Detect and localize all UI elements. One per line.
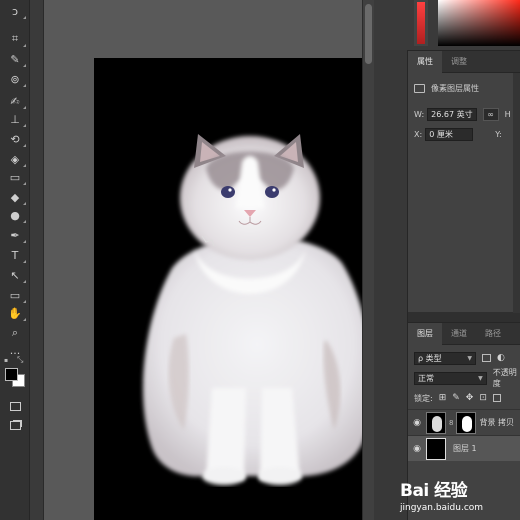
lock-label: 锁定: [414,393,433,403]
pen-tool-icon[interactable]: ✒ [4,226,26,244]
lock-artboard-icon[interactable]: ⊡ [479,393,487,403]
properties-tabs: 属性 调整 [408,50,520,73]
rectangle-tool-icon[interactable]: ▭ [4,286,26,304]
filter-pixel-icon[interactable] [482,354,491,362]
watermark-logo: Bai 经验 [400,481,468,501]
canvas-vertical-scrollbar[interactable] [362,0,374,520]
layer-name: 背景 拷贝 [479,418,515,427]
lock-transparent-icon[interactable]: ⊞ [439,393,447,403]
brush-tool-icon[interactable]: ✍ [4,92,26,110]
hue-slider[interactable] [414,0,428,46]
eraser-tool-icon[interactable]: ◈ [4,150,26,168]
type-tool-icon[interactable]: T [4,246,26,264]
position-row: X: 0 厘米 Y: [414,127,502,141]
tools-panel: ↄ ⌗ ✎ ⊚ ✍ ⊥ ⟲ ◈ ▭ ◆ ● ✒ T ↖ ▭ ✋ ⌕ ··· ▪ ⤡ [0,0,30,520]
blend-row: 正常 ▼ 不透明度 [414,368,520,388]
screen-mode-icon[interactable] [4,416,26,434]
watermark-url: jingyan.baidu.com [400,503,484,513]
tab-properties[interactable]: 属性 [408,50,442,73]
visibility-eye-icon[interactable]: ◉ [408,444,426,454]
properties-panel: 属性 调整 像素图层属性 W: 26.67 英寸 ∞ H X: 0 厘米 Y: [408,50,520,313]
collapsed-panel-strip [374,50,408,520]
layer-filter-value: ρ 类型 [418,353,442,363]
quick-mask-icon[interactable] [4,397,26,415]
opacity-label: 不透明度 [492,368,517,388]
x-label: X: [414,129,423,139]
lock-position-icon[interactable]: ✥ [466,393,474,403]
canvas-workspace[interactable] [44,0,402,520]
x-field[interactable]: 0 厘米 [425,127,474,141]
tab-channels[interactable]: 通道 [442,323,476,345]
layers-tabs: 图层 通道 路径 [408,322,520,345]
width-row: W: 26.67 英寸 ∞ H [414,107,511,121]
clone-stamp-tool-icon[interactable]: ⊥ [4,110,26,128]
width-field[interactable]: 26.67 英寸 [427,107,477,121]
history-brush-tool-icon[interactable]: ⟲ [4,130,26,148]
lock-pixels-icon[interactable]: ✎ [452,393,460,403]
lock-row: 锁定: ⊞ ✎ ✥ ⊡ [414,391,501,405]
height-label: H [504,109,511,119]
baidu-jingyan-watermark: Bai 经验 jingyan.baidu.com [400,476,520,520]
path-selection-tool-icon[interactable]: ↖ [4,266,26,284]
healing-brush-tool-icon[interactable]: ⊚ [4,70,26,88]
cat-photo [94,58,402,520]
blend-mode-value: 正常 [418,373,434,383]
color-picker-field[interactable] [438,0,520,46]
layer-thumbnail [426,411,446,434]
photoshop-window: ↄ ⌗ ✎ ⊚ ✍ ⊥ ⟲ ◈ ▭ ◆ ● ✒ T ↖ ▭ ✋ ⌕ ··· ▪ ⤡ [0,0,520,520]
width-label: W: [414,109,425,119]
document-canvas[interactable] [94,58,402,520]
dodge-tool-icon[interactable]: ● [4,206,26,224]
blur-tool-icon[interactable]: ◆ [4,188,26,206]
layer-row-layer-1[interactable]: ◉ 图层 1 [408,435,520,461]
properties-scrollbar[interactable] [513,73,520,313]
y-label: Y: [495,129,502,139]
link-dimensions-button[interactable]: ∞ [482,107,499,121]
zoom-tool-icon[interactable]: ⌕ [4,324,26,342]
layer-row-background-copy[interactable]: ◉ 8 背景 拷贝 [408,409,520,435]
scrollbar-thumb[interactable] [365,4,372,64]
toolbar-edge [30,0,44,520]
color-panel [374,0,520,50]
gradient-tool-icon[interactable]: ▭ [4,168,26,186]
layer-mask-thumbnail [456,411,477,434]
properties-section-header: 像素图层属性 [414,81,479,95]
tab-adjustments[interactable]: 调整 [442,51,476,73]
tab-layers[interactable]: 图层 [408,322,442,345]
crop-tool-icon[interactable]: ⌗ [4,30,26,48]
hand-tool-icon[interactable]: ✋ [4,304,26,322]
pixel-layer-icon [414,83,425,93]
blend-mode-select[interactable]: 正常 ▼ [414,371,487,385]
foreground-color-swatch[interactable] [5,368,18,381]
lock-all-icon[interactable] [492,394,501,402]
lasso-tool-icon[interactable]: ↄ [4,2,26,20]
properties-section-title: 像素图层属性 [431,83,479,93]
tab-paths[interactable]: 路径 [476,323,510,345]
right-panels: 属性 调整 像素图层属性 W: 26.67 英寸 ∞ H X: 0 厘米 Y: [374,0,520,520]
layer-name: 图层 1 [453,444,477,453]
filter-adjustment-icon[interactable]: ◐ [497,353,505,363]
visibility-eye-icon[interactable]: ◉ [408,418,426,428]
mask-link-icon[interactable]: 8 [449,419,453,427]
layer-filter-row: ρ 类型 ▼ ◐ [414,351,505,365]
eyedropper-tool-icon[interactable]: ✎ [4,50,26,68]
swap-colors-icon[interactable]: ⤡ [17,355,23,365]
default-colors-icon[interactable]: ▪ [4,357,12,364]
layer-thumbnail [426,437,446,460]
layer-filter-select[interactable]: ρ 类型 ▼ [414,351,476,365]
